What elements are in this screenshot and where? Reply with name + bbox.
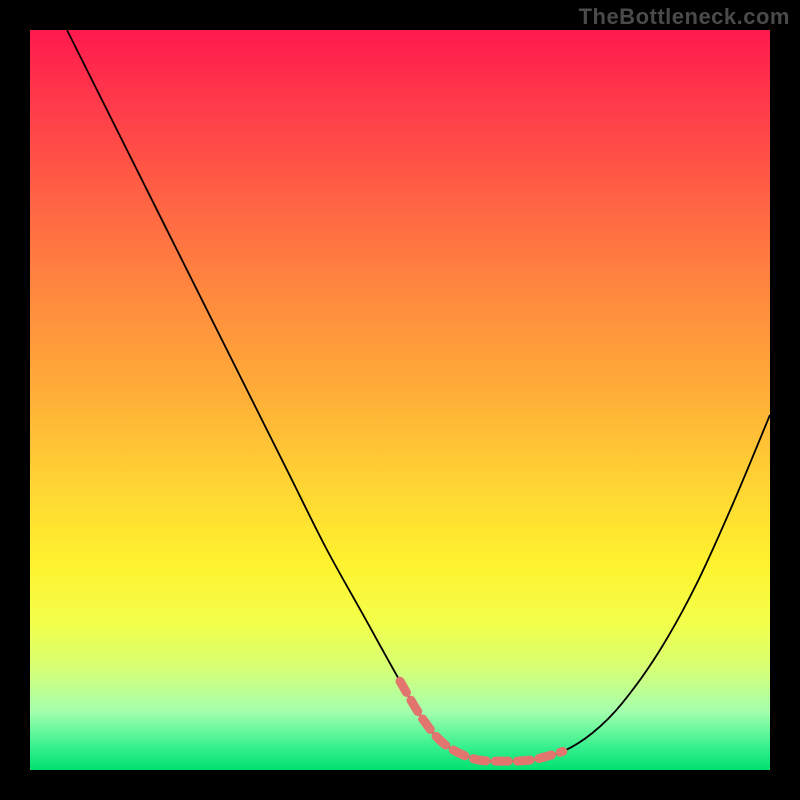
chart-svg: [30, 30, 770, 770]
highlight-dash: [400, 681, 563, 761]
curve-line: [67, 30, 770, 761]
watermark-text: TheBottleneck.com: [579, 4, 790, 30]
plot-area: [30, 30, 770, 770]
chart-frame: TheBottleneck.com: [0, 0, 800, 800]
